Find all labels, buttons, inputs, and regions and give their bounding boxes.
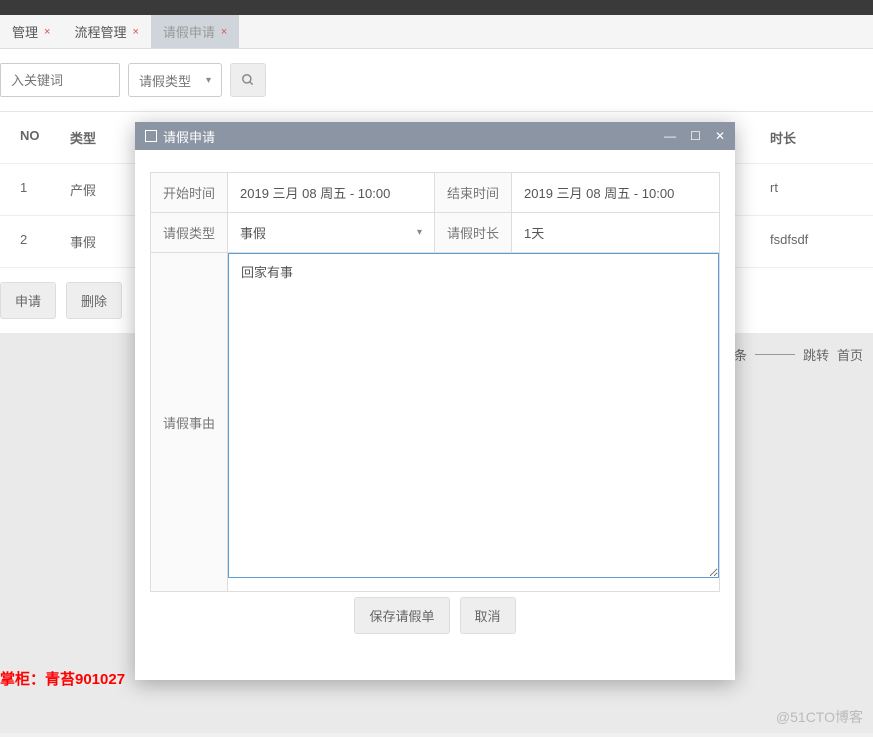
tab-label: 流程管理 — [74, 22, 126, 41]
modal-footer: 保存请假单 取消 — [150, 591, 720, 658]
close-icon[interactable]: × — [221, 26, 227, 38]
modal-body: 开始时间 2019 三月 08 周五 - 10:00 结束时间 2019 三月 … — [135, 150, 735, 680]
document-icon — [145, 130, 157, 142]
duration-label: 请假时长 — [435, 213, 512, 252]
col-header-no: NO — [20, 128, 70, 147]
leave-type-label: 请假类型 — [151, 213, 228, 252]
top-bar — [0, 0, 873, 15]
start-time-label: 开始时间 — [151, 173, 228, 212]
keyword-input[interactable] — [0, 63, 120, 97]
chevron-down-icon: ▾ — [206, 75, 211, 86]
chevron-down-icon: ▾ — [417, 227, 422, 238]
end-time-label: 结束时间 — [435, 173, 512, 212]
cancel-button[interactable]: 取消 — [460, 597, 516, 634]
cell-no: 2 — [20, 232, 70, 251]
watermark-red: 掌柜：青苔901027 — [0, 668, 125, 689]
pagination: 2条 跳转 首页 — [727, 345, 863, 364]
apply-button[interactable]: 申请 — [0, 282, 56, 319]
filter-area: 请假类型 ▾ — [0, 49, 873, 112]
cell-duration: fsdfsdf — [770, 232, 850, 251]
close-icon[interactable]: × — [44, 26, 50, 38]
tab-label: 请假申请 — [163, 22, 215, 41]
duration-field[interactable]: 1天 — [512, 213, 719, 252]
leave-type-value: 事假 — [240, 223, 266, 242]
delete-button[interactable]: 删除 — [66, 282, 122, 319]
type-select[interactable]: 请假类型 ▾ — [128, 63, 222, 97]
search-icon — [241, 73, 255, 87]
save-button[interactable]: 保存请假单 — [354, 597, 449, 634]
tab-flow-manage[interactable]: 流程管理 × — [62, 15, 150, 48]
cell-duration: rt — [770, 180, 850, 199]
reason-textarea[interactable] — [228, 253, 719, 578]
col-header-duration: 时长 — [770, 128, 850, 147]
tab-manage[interactable]: 管理 × — [0, 15, 62, 48]
modal-title: 请假申请 — [163, 127, 215, 146]
leave-type-select[interactable]: 事假 ▾ — [228, 213, 435, 252]
search-button[interactable] — [230, 63, 266, 97]
tabs-bar: 管理 × 流程管理 × 请假申请 × — [0, 15, 873, 49]
tab-leave-apply[interactable]: 请假申请 × — [151, 15, 239, 48]
watermark-grey: @51CTO博客 — [776, 707, 863, 727]
first-page-link[interactable]: 首页 — [837, 345, 863, 364]
maximize-icon[interactable]: ☐ — [690, 129, 701, 143]
minimize-icon[interactable]: — — [664, 129, 676, 143]
reason-label: 请假事由 — [151, 253, 228, 591]
modal-header[interactable]: 请假申请 — ☐ ✕ — [135, 122, 735, 150]
start-time-field[interactable]: 2019 三月 08 周五 - 10:00 — [228, 173, 435, 212]
end-time-field[interactable]: 2019 三月 08 周五 - 10:00 — [512, 173, 719, 212]
tab-label: 管理 — [12, 22, 38, 41]
jump-link[interactable]: 跳转 — [803, 345, 829, 364]
close-icon[interactable]: ✕ — [715, 129, 725, 143]
close-icon[interactable]: × — [132, 26, 138, 38]
cell-no: 1 — [20, 180, 70, 199]
select-label: 请假类型 — [139, 71, 191, 90]
page-input-line[interactable] — [755, 354, 795, 355]
leave-modal: 请假申请 — ☐ ✕ 开始时间 2019 三月 08 周五 - 10:00 结束… — [135, 122, 735, 680]
